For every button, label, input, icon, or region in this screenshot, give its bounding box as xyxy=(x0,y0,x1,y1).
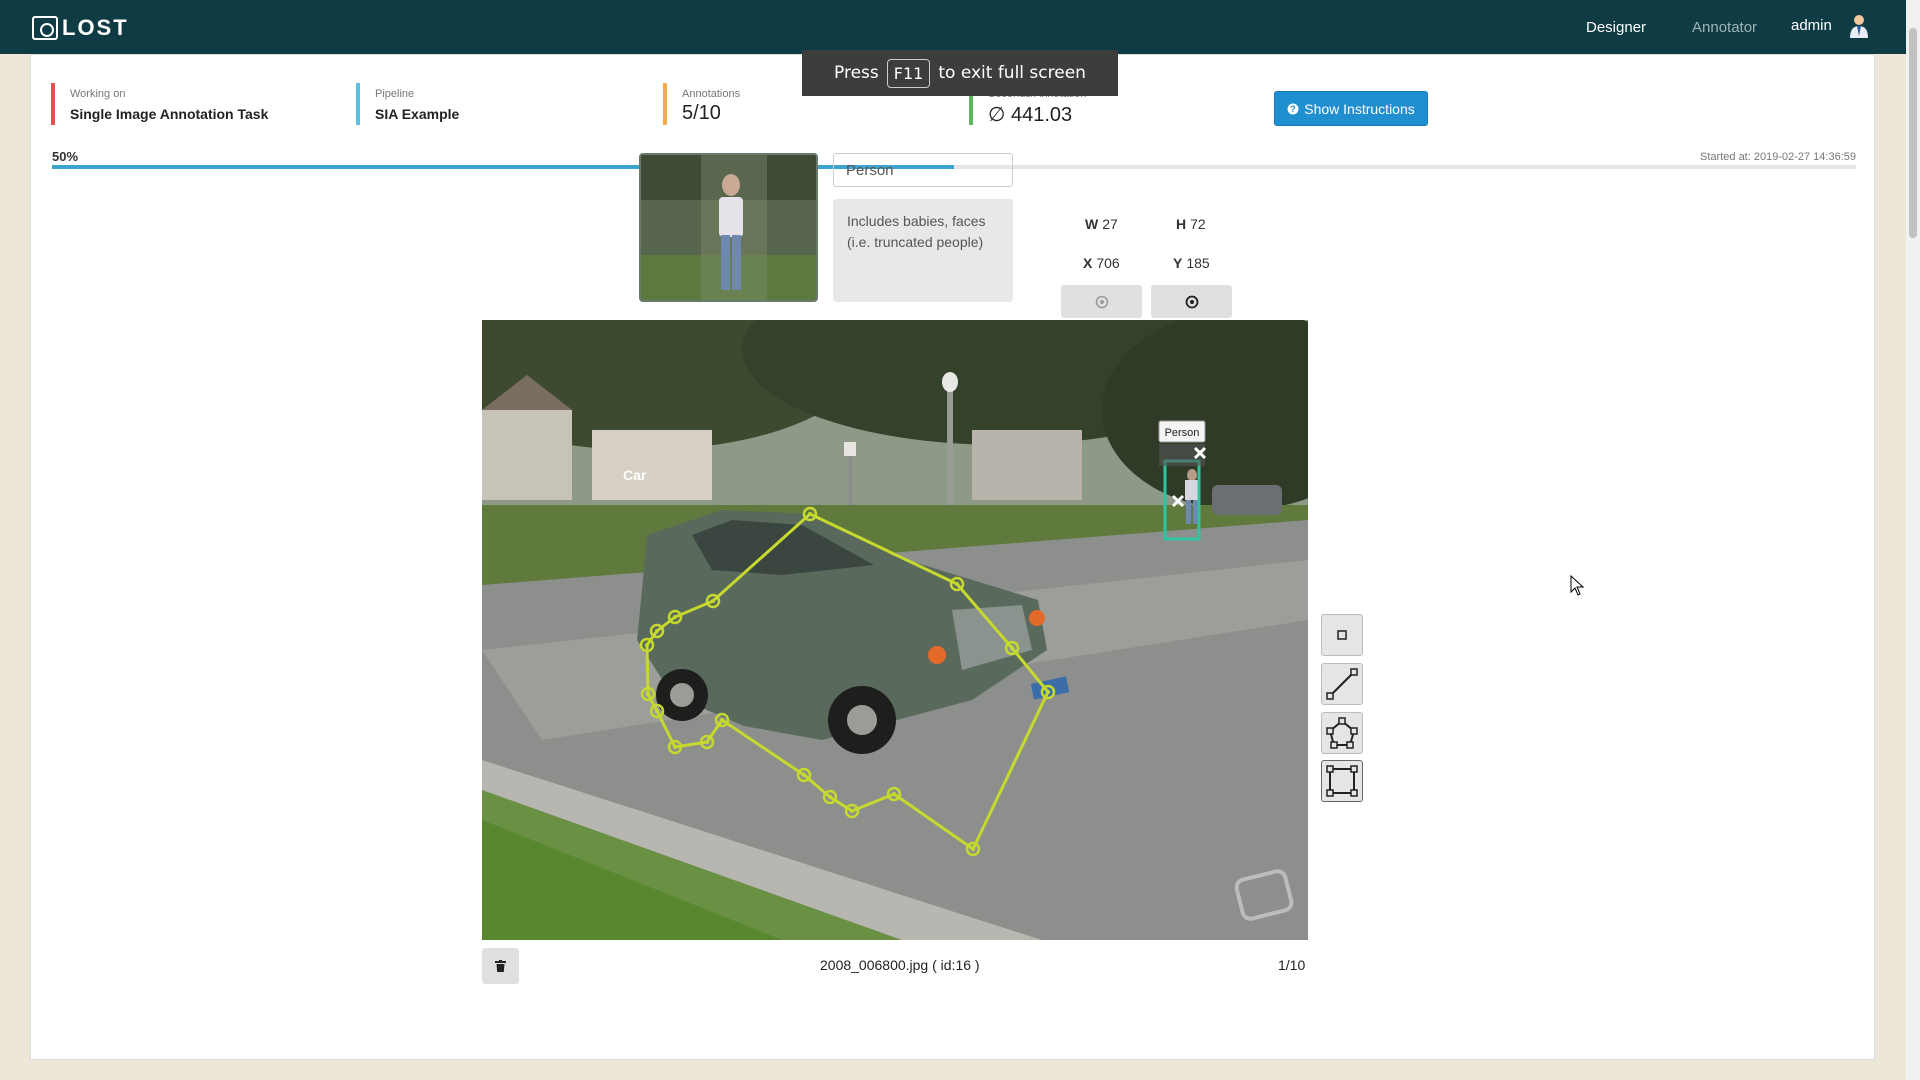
stat-seconds-value: ∅ 441.03 xyxy=(988,104,1073,126)
polygon-vertex-dot xyxy=(673,615,677,619)
toast-key: F11 xyxy=(886,58,931,88)
lost-logo[interactable]: LOST xyxy=(32,15,129,41)
trash-icon xyxy=(495,960,506,972)
polygon-vertex-dot xyxy=(1010,646,1014,650)
bbox-tool-button[interactable] xyxy=(1321,760,1363,802)
person-annotation-label: Person xyxy=(1165,427,1200,439)
bbox-height: H 72 xyxy=(1176,216,1206,232)
polygon-tool-button[interactable] xyxy=(1321,712,1363,754)
toast-press: Press xyxy=(834,63,879,83)
polygon-vertex-dot xyxy=(646,692,650,696)
annotation-image: Car Person xyxy=(482,320,1308,940)
polygon-vertex-dot xyxy=(955,582,959,586)
question-circle-icon: ? xyxy=(1287,103,1299,114)
polygon-vertex-dot xyxy=(808,512,812,516)
polygon-vertex-dot xyxy=(1046,690,1050,694)
top-navbar: LOST Designer Annotator admin xyxy=(0,0,1920,54)
show-instructions-label: Show Instructions xyxy=(1304,100,1415,117)
page-scrollbar-thumb[interactable] xyxy=(1909,28,1917,238)
mouse-cursor-icon xyxy=(1570,575,1585,596)
nav-user[interactable]: admin xyxy=(1791,17,1832,34)
dot-circle-icon xyxy=(1185,295,1198,308)
bbox-width-value: 27 xyxy=(1102,216,1118,232)
zoom-prev-button[interactable] xyxy=(1061,285,1142,318)
bbox-height-key: H xyxy=(1176,216,1187,232)
stat-working-on-label: Working on xyxy=(70,88,126,100)
progress-started-at: Started at: 2019-02-27 14:36:59 xyxy=(1700,151,1856,163)
image-counter: 1/10 xyxy=(1278,957,1306,973)
point-tool-button[interactable] xyxy=(1321,614,1363,656)
stat-annotations-label: Annotations xyxy=(682,88,741,100)
polygon-vertex-dot xyxy=(971,847,975,851)
bbox-y: Y 185 xyxy=(1173,255,1210,271)
stat-pipeline-value: SIA Example xyxy=(375,106,460,122)
stat-pipeline-label: Pipeline xyxy=(375,88,415,100)
delete-annotation-icon[interactable] xyxy=(1159,444,1207,466)
dot-circle-icon xyxy=(1095,295,1108,308)
point-icon xyxy=(1337,630,1347,640)
car-annotation-label: Car xyxy=(623,467,647,483)
nav-designer[interactable]: Designer xyxy=(1586,19,1646,36)
polygon-vertex-dot xyxy=(711,599,715,603)
line-tool-button[interactable] xyxy=(1321,663,1363,705)
polygon-vertex-dot xyxy=(850,809,854,813)
label-description: Includes babies, faces (i.e. truncated p… xyxy=(833,199,1013,302)
progress-bar-fill xyxy=(52,165,954,169)
svg-text:?: ? xyxy=(1291,104,1297,114)
bbox-x: X 706 xyxy=(1083,255,1120,271)
bbox-width-key: W xyxy=(1085,216,1099,232)
bbox-y-key: Y xyxy=(1173,255,1183,271)
bbox-width: W 27 xyxy=(1085,216,1118,232)
polygon-vertex-dot xyxy=(645,643,649,647)
polygon-vertex-dot xyxy=(802,773,806,777)
nav-annotator[interactable]: Annotator xyxy=(1692,19,1757,36)
bbox-x-key: X xyxy=(1083,255,1093,271)
stat-annotations-value: 5/10 xyxy=(682,102,721,124)
show-instructions-button[interactable]: ? Show Instructions xyxy=(1274,91,1428,126)
logo-text: LOST xyxy=(62,15,129,40)
toast-rest: to exit full screen xyxy=(938,63,1086,83)
polygon-vertex-dot xyxy=(828,795,832,799)
polygon-icon xyxy=(1326,717,1358,749)
progress-percent: 50% xyxy=(52,149,79,164)
polygon-vertex-dot xyxy=(673,745,677,749)
stat-annotations: Annotations 5/10 xyxy=(663,83,740,125)
stat-pipeline: Pipeline SIA Example xyxy=(356,83,459,125)
image-canvas[interactable]: Car Person xyxy=(482,320,1308,940)
logo-icon xyxy=(32,16,58,40)
stat-working-on-value: Single Image Annotation Task xyxy=(70,106,269,122)
image-filename: 2008_006800.jpg ( id:16 ) xyxy=(820,957,980,973)
bbox-height-value: 72 xyxy=(1190,216,1206,232)
bbox-icon xyxy=(1326,765,1358,797)
fullscreen-toast: Press F11 to exit full screen xyxy=(802,50,1118,96)
label-select-input[interactable]: Person xyxy=(833,153,1013,187)
annotation-thumbnail xyxy=(639,153,818,302)
line-icon xyxy=(1326,668,1358,700)
polygon-vertex-dot xyxy=(655,629,659,633)
polygon-vertex-dot xyxy=(892,792,896,796)
zoom-next-button[interactable] xyxy=(1151,285,1232,318)
bbox-y-value: 185 xyxy=(1186,255,1210,271)
user-avatar-icon[interactable] xyxy=(1848,14,1870,38)
stat-working-on: Working on Single Image Annotation Task xyxy=(51,83,268,125)
polygon-vertex-dot xyxy=(655,709,659,713)
bbox-x-value: 706 xyxy=(1096,255,1120,271)
page-scrollbar[interactable] xyxy=(1906,0,1920,1080)
delete-button[interactable] xyxy=(482,948,519,984)
polygon-vertex-dot xyxy=(705,740,709,744)
polygon-vertex-dot xyxy=(720,718,724,722)
